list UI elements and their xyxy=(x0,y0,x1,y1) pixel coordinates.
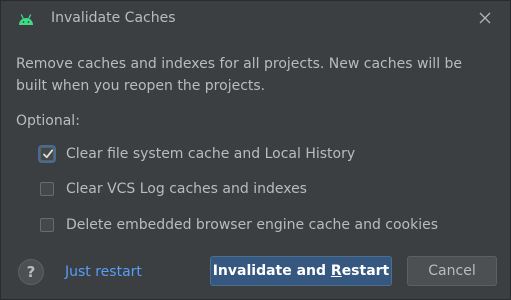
android-icon xyxy=(18,11,34,25)
checkbox-unchecked[interactable] xyxy=(40,182,54,196)
checkbox-checked[interactable] xyxy=(40,147,54,161)
option-clear-vcs-log-caches[interactable]: Clear VCS Log caches and indexes xyxy=(40,179,307,199)
option-label: Clear VCS Log caches and indexes xyxy=(66,181,307,197)
button-label-post: estart xyxy=(341,263,390,279)
button-label-pre: Invalidate and xyxy=(212,263,331,279)
button-label-mnemonic: R xyxy=(330,263,342,279)
option-label: Clear file system cache and Local Histor… xyxy=(66,146,356,162)
cancel-button[interactable]: Cancel xyxy=(407,256,497,286)
checkmark-icon xyxy=(43,149,54,159)
checkbox-unchecked[interactable] xyxy=(40,218,54,232)
title-bar: Invalidate Caches xyxy=(1,1,510,35)
help-button[interactable]: ? xyxy=(18,259,44,285)
dialog-description: Remove caches and indexes for all projec… xyxy=(16,56,463,94)
option-delete-browser-engine-cache[interactable]: Delete embedded browser engine cache and… xyxy=(40,215,438,235)
option-label: Delete embedded browser engine cache and… xyxy=(66,217,439,233)
dialog-title: Invalidate Caches xyxy=(51,10,176,26)
close-icon[interactable] xyxy=(475,8,495,28)
just-restart-link[interactable]: Just restart xyxy=(65,264,142,280)
invalidate-caches-dialog: Invalidate Caches Remove caches and inde… xyxy=(0,0,511,300)
optional-label: Optional: xyxy=(16,113,80,129)
invalidate-and-restart-button[interactable]: Invalidate and Restart xyxy=(210,256,392,286)
option-clear-file-system-cache[interactable]: Clear file system cache and Local Histor… xyxy=(40,144,355,164)
